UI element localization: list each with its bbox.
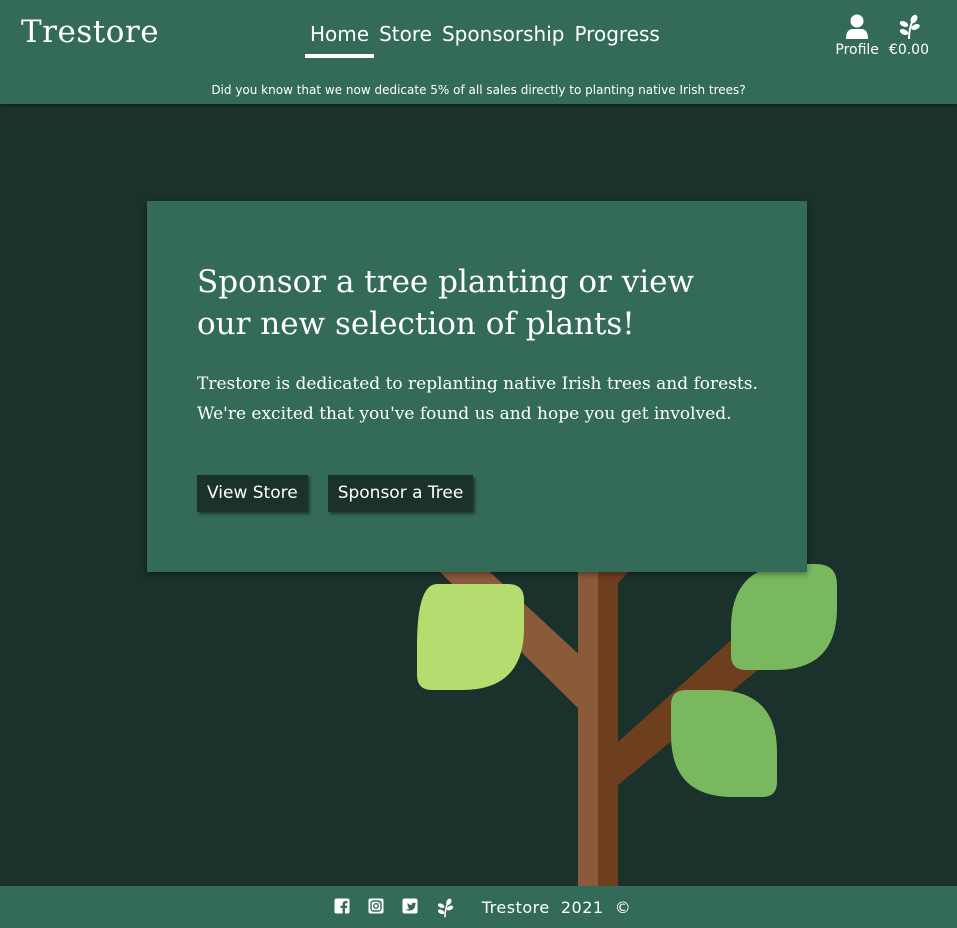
site-header: Trestore Home Store Sponsorship Progress…	[0, 0, 957, 104]
leaf-sprig-icon[interactable]	[436, 898, 454, 918]
facebook-icon[interactable]	[334, 898, 352, 916]
brand-logo[interactable]: Trestore	[21, 14, 159, 50]
leaf-sprig-icon	[899, 14, 920, 40]
nav-progress[interactable]: Progress	[569, 22, 664, 52]
hero-card: Sponsor a tree planting or view our new …	[147, 201, 807, 572]
profile-label: Profile	[835, 42, 879, 58]
hero-body-line-2: We're excited that you've found us and h…	[197, 404, 732, 424]
leaf-left	[417, 584, 524, 690]
main-nav: Home Store Sponsorship Progress	[305, 22, 665, 58]
sponsor-tree-button[interactable]: Sponsor a Tree	[327, 475, 474, 512]
social-links	[334, 898, 454, 918]
hero-title: Sponsor a tree planting or view our new …	[197, 264, 694, 342]
account-icons: Profile €0.00	[835, 14, 929, 58]
twitter-icon[interactable]	[402, 898, 420, 916]
user-icon	[846, 14, 869, 39]
leaf-top-right	[731, 564, 837, 670]
nav-sponsorship[interactable]: Sponsorship	[437, 22, 570, 52]
hero-body: Trestore is dedicated to replanting nati…	[197, 369, 777, 429]
leaf-bottom-right	[671, 690, 777, 797]
hero-actions: View Store Sponsor a Tree	[197, 475, 474, 512]
cart-link[interactable]: €0.00	[889, 14, 929, 58]
nav-home[interactable]: Home	[305, 22, 375, 58]
instagram-icon[interactable]	[368, 898, 386, 916]
copyright-text: Trestore 2021 ©	[481, 897, 632, 917]
tree-trunk-right	[598, 560, 618, 886]
hero-body-line-1: Trestore is dedicated to replanting nati…	[197, 374, 758, 394]
cart-total: €0.00	[888, 42, 929, 58]
tree-trunk-left	[578, 560, 598, 886]
nav-store[interactable]: Store	[374, 22, 437, 52]
site-footer: Trestore 2021 ©	[0, 886, 957, 928]
announcement-banner: Did you know that we now dedicate 5% of …	[211, 83, 746, 97]
profile-link[interactable]: Profile	[835, 14, 879, 58]
view-store-button[interactable]: View Store	[197, 475, 308, 512]
